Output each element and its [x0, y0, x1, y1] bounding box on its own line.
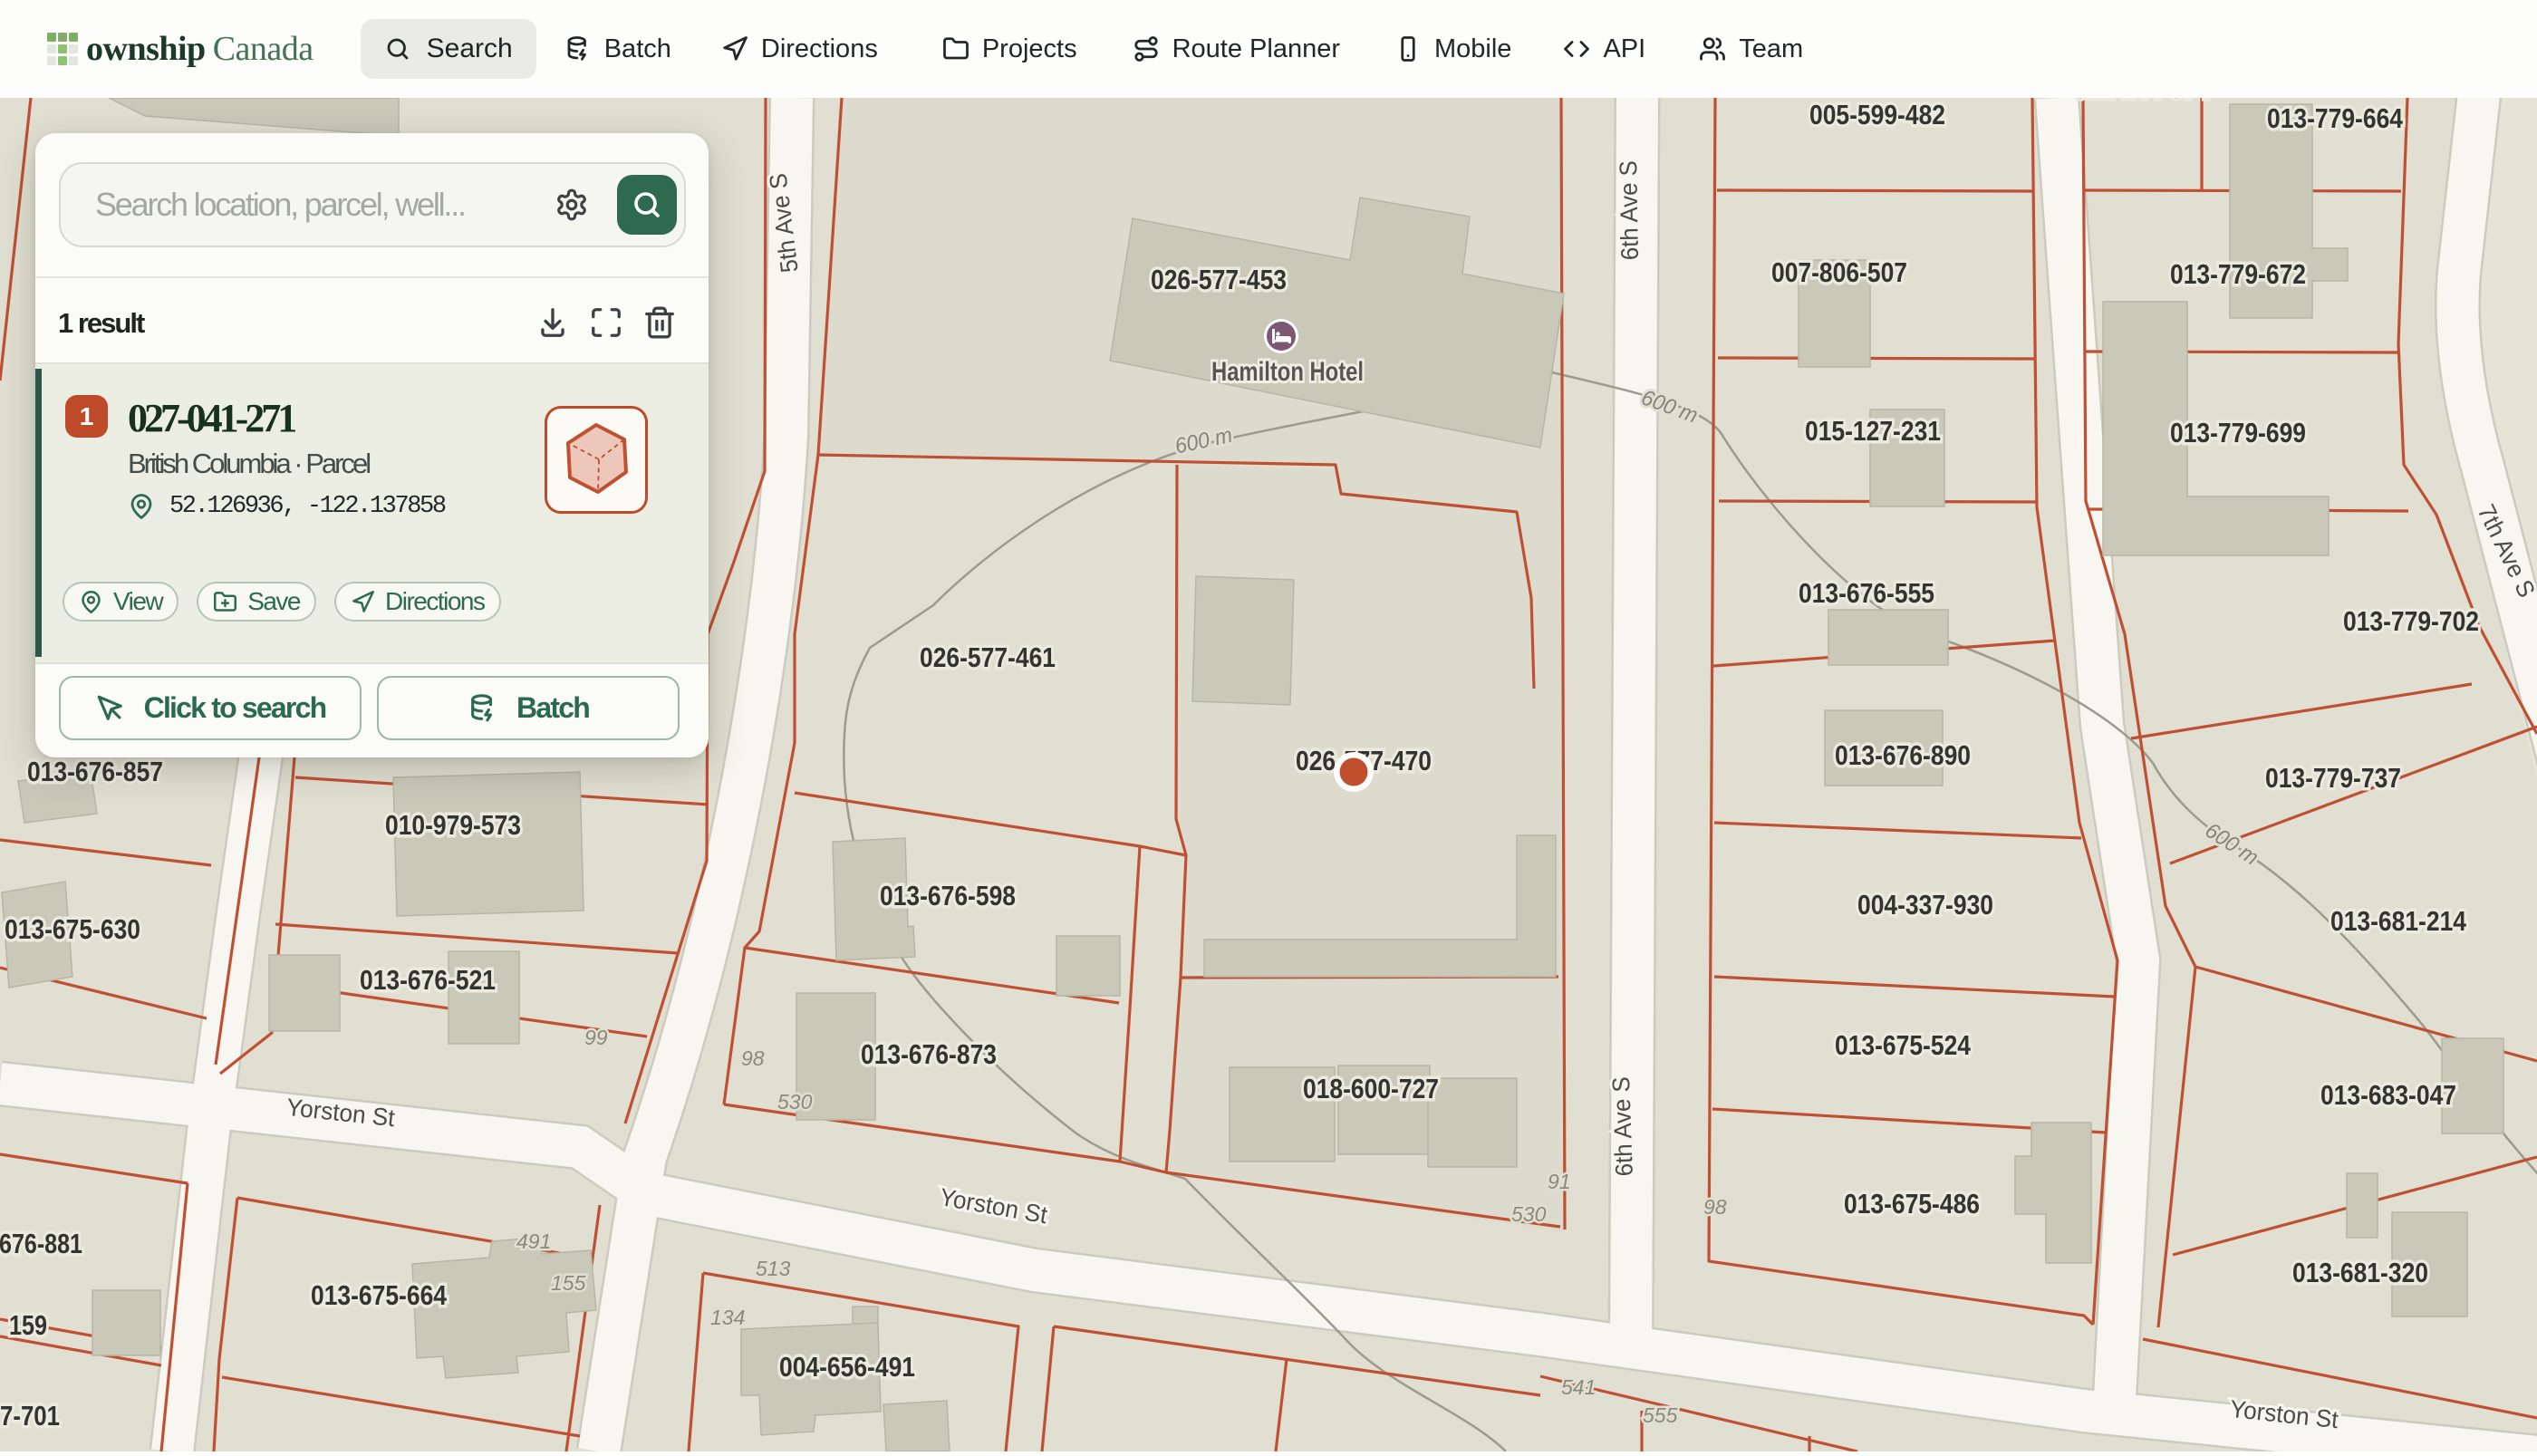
svg-text:013-681-320: 013-681-320: [2292, 1257, 2428, 1288]
svg-text:013-676-598: 013-676-598: [880, 880, 1016, 911]
svg-text:99: 99: [584, 1026, 608, 1049]
svg-text:007-806-507: 007-806-507: [1771, 256, 1907, 288]
svg-text:155: 155: [551, 1271, 586, 1295]
svg-text:491: 491: [516, 1229, 551, 1253]
svg-text:004-656-491: 004-656-491: [779, 1351, 915, 1383]
svg-text:7-701: 7-701: [0, 1400, 60, 1432]
svg-text:159: 159: [9, 1309, 47, 1341]
svg-text:513: 513: [756, 1257, 791, 1280]
svg-text:026-577-461: 026-577-461: [920, 641, 1056, 673]
svg-text:018-600-727: 018-600-727: [1303, 1073, 1439, 1104]
svg-text:013-675-630: 013-675-630: [5, 913, 140, 945]
svg-text:013-779-737: 013-779-737: [2265, 762, 2401, 794]
svg-text:013-675-664: 013-675-664: [311, 1279, 448, 1311]
svg-text:015-127-231: 015-127-231: [1805, 415, 1941, 447]
svg-text:013-779-664: 013-779-664: [2267, 102, 2404, 134]
svg-text:6th Ave S: 6th Ave S: [1615, 160, 1644, 261]
svg-text:Hamilton Hotel: Hamilton Hotel: [1211, 357, 1364, 387]
svg-text:012-244-074: 012-244-074: [2074, 98, 2211, 104]
svg-text:98: 98: [741, 1046, 765, 1070]
svg-text:013-779-672: 013-779-672: [2170, 258, 2306, 290]
svg-text:6th Ave S: 6th Ave S: [1607, 1076, 1638, 1177]
svg-text:013-676-873: 013-676-873: [861, 1038, 997, 1070]
svg-text:541: 541: [1561, 1375, 1596, 1399]
svg-text:013-779-702: 013-779-702: [2343, 605, 2479, 637]
svg-text:013-675-524: 013-675-524: [1835, 1029, 1972, 1061]
svg-text:013-675-486: 013-675-486: [1844, 1188, 1980, 1220]
svg-text:530: 530: [777, 1090, 813, 1114]
svg-text:555: 555: [1643, 1403, 1678, 1427]
svg-text:676-881: 676-881: [0, 1228, 82, 1259]
svg-text:013-779-699: 013-779-699: [2170, 417, 2306, 448]
svg-text:013-676-857: 013-676-857: [27, 756, 163, 787]
svg-text:134: 134: [710, 1306, 745, 1329]
svg-text:013-681-214: 013-681-214: [2330, 905, 2467, 937]
svg-text:91: 91: [1548, 1170, 1571, 1193]
svg-text:013-683-047: 013-683-047: [2320, 1079, 2456, 1111]
svg-text:98: 98: [1703, 1195, 1727, 1219]
svg-text:013-676-521: 013-676-521: [360, 964, 496, 996]
svg-text:026-577-453: 026-577-453: [1151, 264, 1287, 295]
svg-text:010-979-573: 010-979-573: [385, 809, 521, 841]
svg-text:005-599-482: 005-599-482: [1809, 99, 1945, 130]
svg-text:013-676-555: 013-676-555: [1799, 577, 1934, 609]
svg-text:013-676-890: 013-676-890: [1835, 739, 1971, 771]
svg-text:004-337-930: 004-337-930: [1857, 889, 1993, 921]
svg-text:530: 530: [1511, 1202, 1547, 1226]
